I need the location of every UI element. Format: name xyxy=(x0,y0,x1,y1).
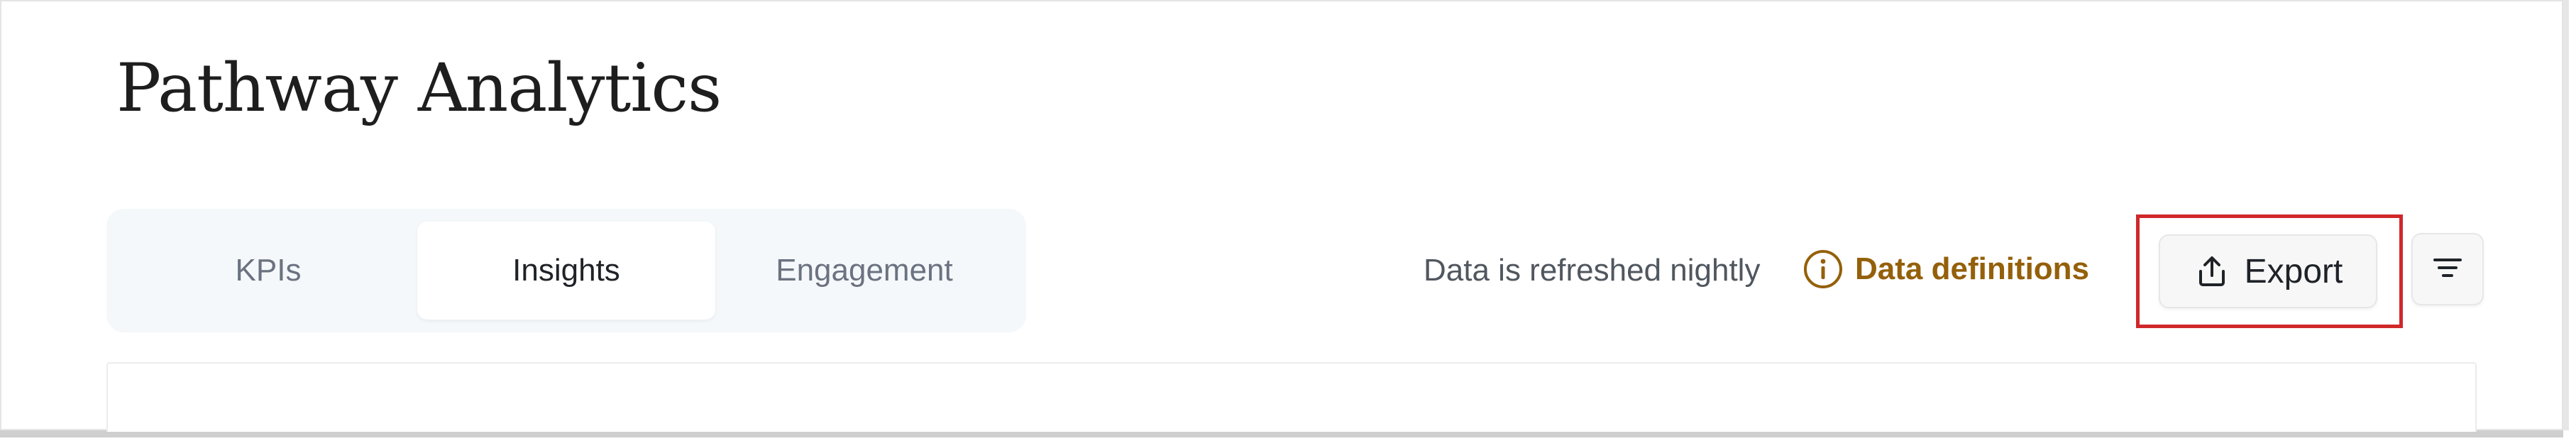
page-title: Pathway Analytics xyxy=(116,50,722,127)
app-window: Pathway Analytics KPIs Insights Engageme… xyxy=(0,0,2563,432)
data-definitions-label: Data definitions xyxy=(1855,251,2090,286)
data-definitions-link[interactable]: Data definitions xyxy=(1802,249,2089,290)
upload-share-icon xyxy=(2194,253,2230,290)
export-label: Export xyxy=(2244,252,2343,290)
tab-kpis[interactable]: KPIs xyxy=(119,222,417,320)
filter-lines-icon xyxy=(2431,251,2465,288)
insights-content-panel xyxy=(106,362,2477,432)
tab-insights[interactable]: Insights xyxy=(417,222,715,320)
tab-engagement[interactable]: Engagement xyxy=(715,222,1013,320)
info-circle-icon xyxy=(1802,249,1844,290)
refresh-note: Data is refreshed nightly xyxy=(1424,253,1761,288)
filter-button[interactable] xyxy=(2411,233,2484,305)
export-button[interactable]: Export xyxy=(2159,234,2377,308)
view-tab-bar: KPIs Insights Engagement xyxy=(106,209,1026,332)
